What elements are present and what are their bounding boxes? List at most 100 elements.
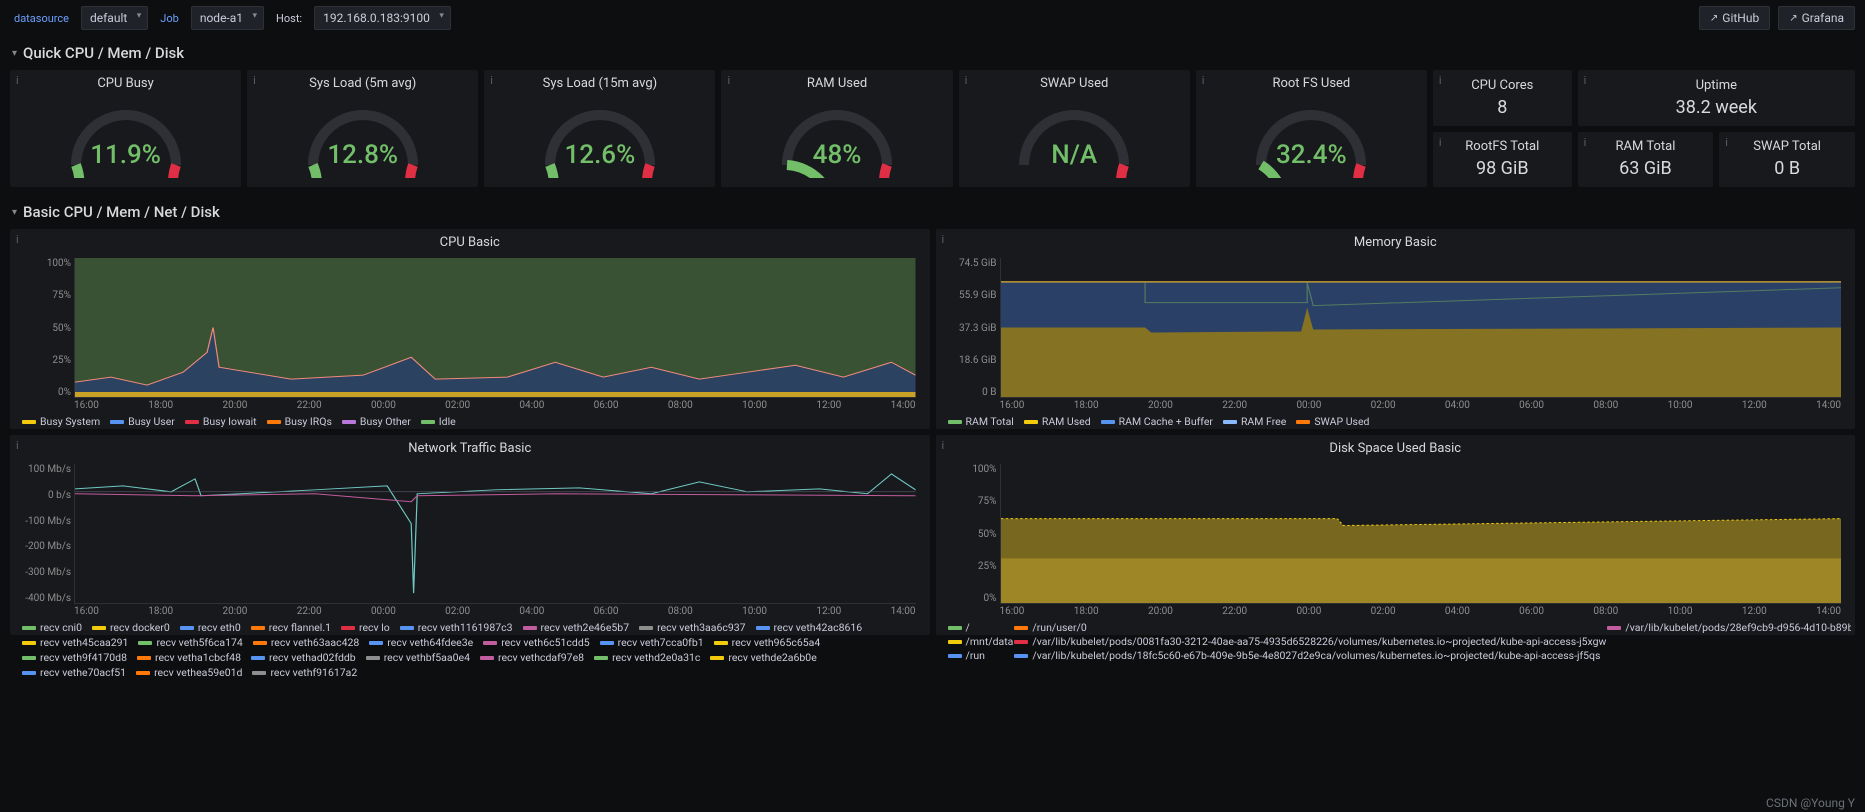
stat-cpu-cores[interactable]: i CPU Cores 8 bbox=[1433, 70, 1572, 126]
legend-item[interactable]: recv docker0 bbox=[92, 621, 170, 634]
legend-item[interactable]: /var/lib/kubelet/pods/28ef9cb9-d956-4d10… bbox=[1607, 621, 1851, 634]
grafana-link[interactable]: ↗Grafana bbox=[1778, 6, 1855, 30]
var-job-select[interactable]: node-a1 bbox=[191, 6, 264, 30]
legend-item[interactable]: RAM Used bbox=[1024, 415, 1091, 428]
panel-title: Disk Space Used Basic bbox=[940, 439, 1852, 460]
legend-item[interactable]: / bbox=[948, 621, 1014, 634]
info-icon[interactable]: i bbox=[1725, 136, 1728, 149]
info-icon[interactable]: i bbox=[942, 439, 945, 452]
legend-item[interactable]: Idle bbox=[421, 415, 456, 428]
legend-item[interactable]: /mnt/data bbox=[948, 635, 1014, 648]
legend-item[interactable]: Busy Other bbox=[342, 415, 411, 428]
gauge-value: 12.8% bbox=[293, 140, 433, 170]
info-icon[interactable]: i bbox=[1584, 74, 1587, 87]
info-icon[interactable]: i bbox=[253, 74, 256, 87]
legend-item[interactable]: recv eth0 bbox=[180, 621, 241, 634]
legend-item[interactable]: RAM Cache + Buffer bbox=[1101, 415, 1213, 428]
panel-title: Memory Basic bbox=[940, 233, 1852, 254]
legend-item[interactable]: recv veth45caa291 bbox=[22, 636, 128, 649]
info-icon[interactable]: i bbox=[1584, 136, 1587, 149]
legend-item[interactable]: recv veth42ac8616 bbox=[756, 621, 863, 634]
info-icon[interactable]: i bbox=[1439, 74, 1442, 87]
legend-item[interactable]: Busy System bbox=[22, 415, 100, 428]
info-icon[interactable]: i bbox=[1202, 74, 1205, 87]
legend-item[interactable]: /run/user/0 bbox=[1014, 621, 1606, 634]
legend-item[interactable]: recv vetha1cbcf48 bbox=[137, 651, 241, 664]
panel-network-basic[interactable]: i Network Traffic Basic 100 Mb/s0 b/s-10… bbox=[10, 435, 930, 635]
stat-title: CPU Cores bbox=[1471, 78, 1533, 93]
row-basic[interactable]: Basic CPU / Mem / Net / Disk bbox=[0, 195, 1865, 229]
info-icon[interactable]: i bbox=[727, 74, 730, 87]
legend-item[interactable]: recv vethad02fddb bbox=[251, 651, 356, 664]
info-icon[interactable]: i bbox=[16, 74, 19, 87]
gauge-0[interactable]: i CPU Busy 11.9% bbox=[10, 70, 241, 187]
stat-title: RAM Total bbox=[1616, 139, 1676, 154]
panel-title: RAM Used bbox=[725, 74, 948, 95]
legend-item[interactable]: recv veth63aac428 bbox=[253, 636, 359, 649]
legend-item[interactable]: Busy Iowait bbox=[185, 415, 257, 428]
legend-item[interactable]: recv veth965c65a4 bbox=[714, 636, 821, 649]
stat-ram-total[interactable]: i RAM Total 63 GiB bbox=[1578, 132, 1714, 188]
legend-item[interactable]: recv vethd2e0a31c bbox=[594, 651, 700, 664]
info-icon[interactable]: i bbox=[965, 74, 968, 87]
stat-rootfs-total[interactable]: i RootFS Total 98 GiB bbox=[1433, 132, 1572, 188]
gauge-value: 12.6% bbox=[530, 140, 670, 170]
legend-item[interactable]: recv lo bbox=[341, 621, 390, 634]
gauge-5[interactable]: i Root FS Used 32.4% bbox=[1196, 70, 1427, 187]
legend-item[interactable]: Busy User bbox=[110, 415, 175, 428]
watermark: CSDN @Young Y bbox=[1766, 796, 1855, 810]
panel-title: Sys Load (5m avg) bbox=[251, 74, 474, 95]
github-link[interactable]: ↗GitHub bbox=[1699, 6, 1770, 30]
toolbar: datasource default Job node-a1 Host: 192… bbox=[0, 0, 1865, 36]
external-link-icon: ↗ bbox=[1789, 13, 1797, 24]
stat-swap-total[interactable]: i SWAP Total 0 B bbox=[1719, 132, 1855, 188]
row-quick[interactable]: Quick CPU / Mem / Disk bbox=[0, 36, 1865, 70]
legend-item[interactable]: recv veth9f4170d8 bbox=[22, 651, 127, 664]
legend-item[interactable]: recv veth7cca0fb1 bbox=[600, 636, 704, 649]
legend-item[interactable]: recv flannel.1 bbox=[251, 621, 331, 634]
stat-value: 8 bbox=[1497, 97, 1507, 118]
gauge-1[interactable]: i Sys Load (5m avg) 12.8% bbox=[247, 70, 478, 187]
info-icon[interactable]: i bbox=[16, 233, 19, 246]
var-host-select[interactable]: 192.168.0.183:9100 bbox=[314, 6, 451, 30]
legend-item[interactable]: recv veth6c51cdd5 bbox=[483, 636, 589, 649]
legend-item[interactable]: recv veth2e46e5b7 bbox=[523, 621, 630, 634]
info-icon[interactable]: i bbox=[490, 74, 493, 87]
gauge-3[interactable]: i RAM Used 48% bbox=[721, 70, 952, 187]
gauge-2[interactable]: i Sys Load (15m avg) 12.6% bbox=[484, 70, 715, 187]
legend-item[interactable]: /var/lib/kubelet/pods/0081fa30-3212-40ae… bbox=[1014, 635, 1606, 648]
var-datasource-select[interactable]: default bbox=[81, 6, 148, 30]
panel-memory-basic[interactable]: i Memory Basic 74.5 GiB55.9 GiB37.3 GiB1… bbox=[936, 229, 1856, 429]
gauge-4[interactable]: i SWAP Used N/A bbox=[959, 70, 1190, 187]
stat-value: 38.2 week bbox=[1676, 97, 1757, 118]
panel-disk-basic[interactable]: i Disk Space Used Basic 100%75%50%25%0% … bbox=[936, 435, 1856, 635]
legend-item[interactable]: recv veth1161987c3 bbox=[400, 621, 513, 634]
legend-item[interactable]: RAM Total bbox=[948, 415, 1014, 428]
info-icon[interactable]: i bbox=[1439, 136, 1442, 149]
stat-uptime[interactable]: i Uptime 38.2 week bbox=[1578, 70, 1855, 126]
legend-item[interactable]: recv vethf91617a2 bbox=[252, 666, 357, 679]
stat-title: Uptime bbox=[1696, 78, 1737, 93]
legend-item[interactable]: recv veth3aa6c937 bbox=[639, 621, 745, 634]
gauge-value: N/A bbox=[1004, 140, 1144, 170]
var-datasource-label: datasource bbox=[10, 12, 73, 25]
panel-title: CPU Busy bbox=[14, 74, 237, 95]
legend-item[interactable]: recv vethe70acf51 bbox=[22, 666, 126, 679]
legend-item[interactable]: SWAP Used bbox=[1296, 415, 1369, 428]
legend-item[interactable]: recv veth5f6ca174 bbox=[138, 636, 242, 649]
info-icon[interactable]: i bbox=[942, 233, 945, 246]
legend-item[interactable]: Busy IRQs bbox=[267, 415, 332, 428]
legend-item[interactable]: recv vethde2a6b0e bbox=[710, 651, 816, 664]
gauge-value: 11.9% bbox=[56, 140, 196, 170]
legend-item[interactable]: recv cni0 bbox=[22, 621, 82, 634]
panel-title: Network Traffic Basic bbox=[14, 439, 926, 460]
legend-item[interactable]: recv vethcdaf97e8 bbox=[480, 651, 584, 664]
panel-cpu-basic[interactable]: i CPU Basic 100%75%50%25%0% 16:0018:0020… bbox=[10, 229, 930, 429]
legend-item[interactable]: recv vethbf5aa0e4 bbox=[366, 651, 470, 664]
legend-item[interactable]: RAM Free bbox=[1223, 415, 1286, 428]
info-icon[interactable]: i bbox=[16, 439, 19, 452]
legend-item[interactable]: /run bbox=[948, 649, 1014, 662]
legend-item[interactable]: /var/lib/kubelet/pods/18fc5c60-e67b-409e… bbox=[1014, 649, 1606, 662]
legend-item[interactable]: recv vethea59e01d bbox=[136, 666, 242, 679]
legend-item[interactable]: recv veth64fdee3e bbox=[369, 636, 473, 649]
